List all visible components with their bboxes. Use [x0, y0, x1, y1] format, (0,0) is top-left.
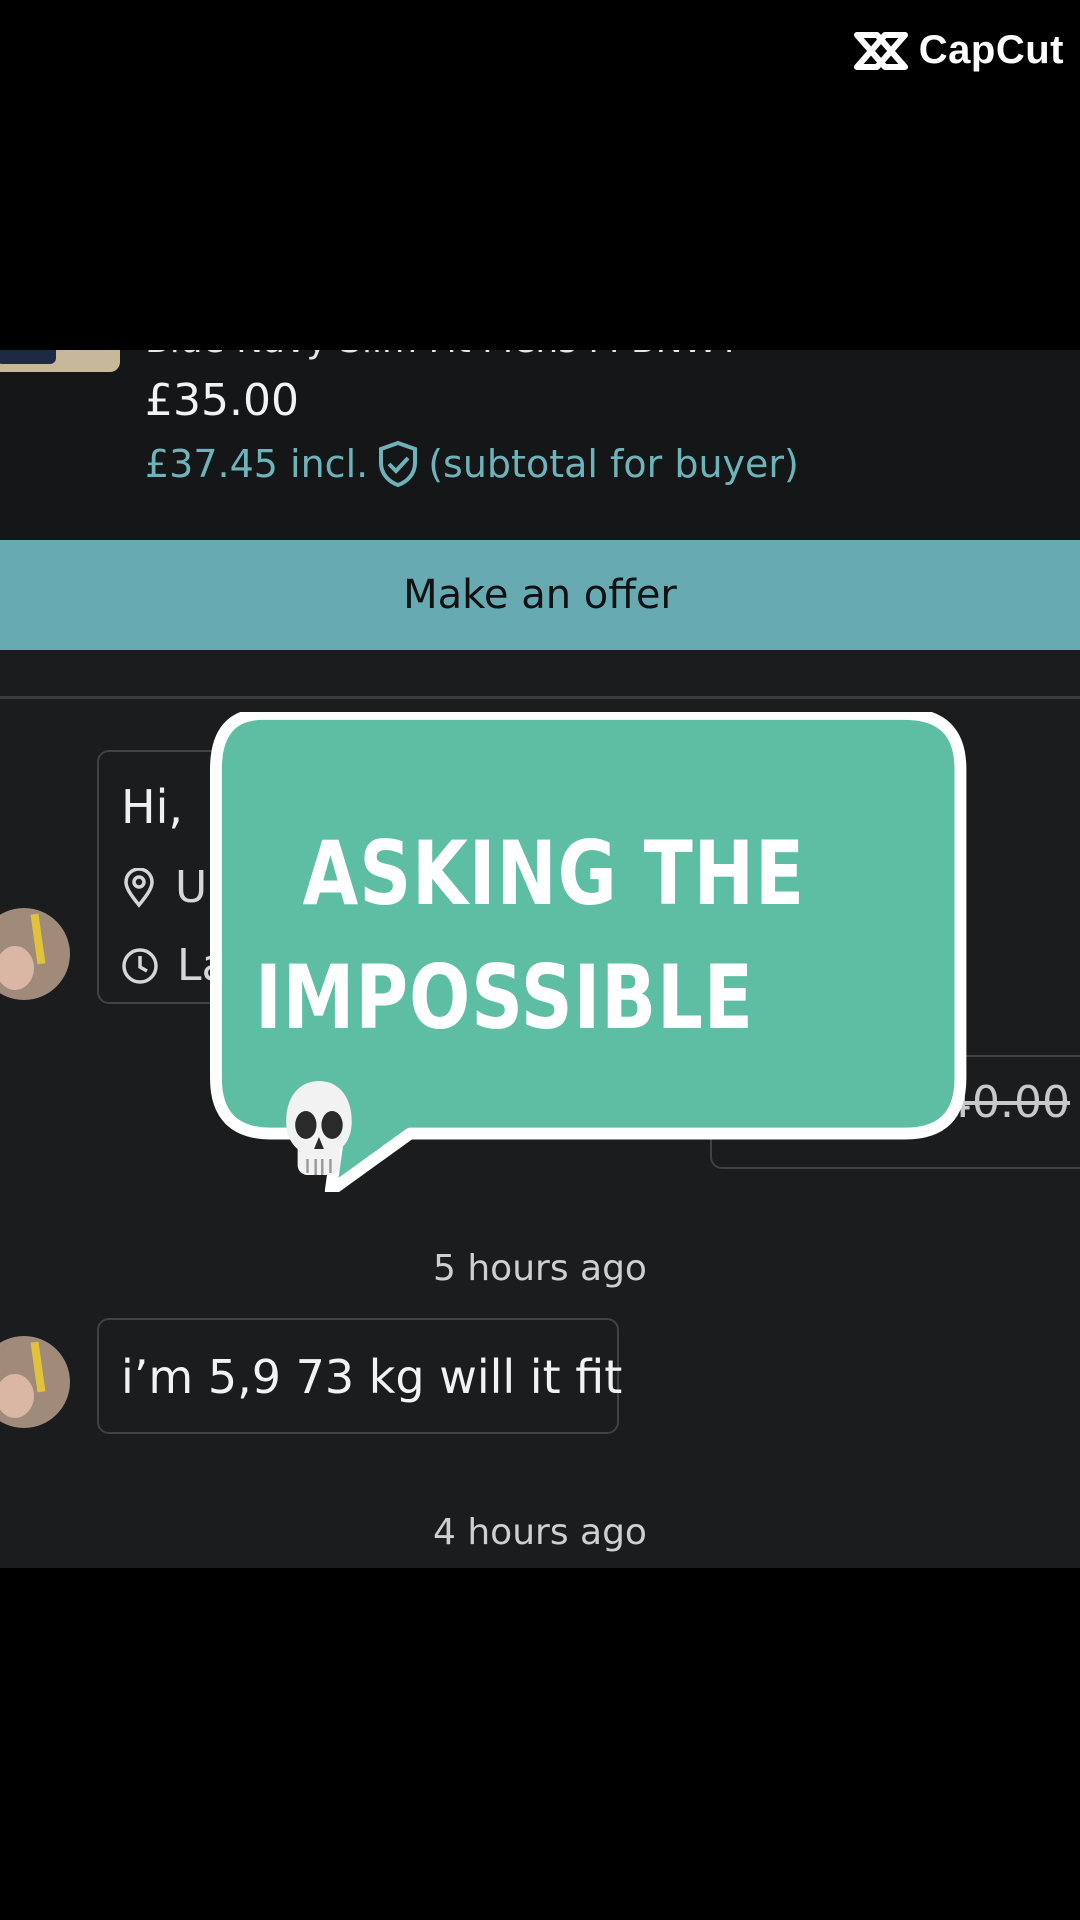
make-offer-button[interactable]: Make an offer	[0, 540, 1080, 650]
location-row: U	[121, 862, 207, 913]
watermark-text: CapCut	[918, 28, 1064, 72]
divider	[0, 696, 1080, 699]
shield-check-icon	[379, 440, 418, 488]
buyer-note: (subtotal for buyer)	[428, 442, 799, 486]
avatar[interactable]	[0, 1336, 70, 1428]
capcut-watermark: CapCut	[853, 28, 1064, 73]
clock-icon	[122, 947, 158, 984]
item-title: Blue Navy Slim Fit Mens M BNWT	[145, 350, 740, 361]
timestamp: 5 hours ago	[433, 1248, 647, 1289]
caption-line-1: ASKING THE	[302, 822, 806, 925]
buyer-price: £37.45 incl.	[145, 442, 369, 486]
capcut-logo-icon	[853, 31, 908, 70]
greeting-hi: Hi,	[121, 780, 183, 834]
caption-line-2-text: IMPOSSIBLE	[255, 946, 754, 1049]
skull-icon	[286, 1081, 352, 1176]
location-text: U	[175, 862, 208, 913]
item-thumbnail[interactable]	[0, 350, 120, 372]
item-price: £35.00	[145, 375, 299, 426]
avatar[interactable]	[0, 908, 70, 1000]
timestamp: 4 hours ago	[433, 1512, 647, 1553]
listing-header[interactable]: Blue Navy Slim Fit Mens M BNWT £35.00 £3…	[0, 350, 1080, 540]
buyer-message: i’m 5,9 73 kg will it fit	[97, 1318, 623, 1434]
overlay-caption: ASKING THE IMPOSSIBLE	[255, 812, 821, 1184]
message-text: i’m 5,9 73 kg will it fit	[121, 1350, 623, 1404]
location-pin-icon	[124, 867, 154, 908]
caption-line-2: IMPOSSIBLE	[255, 936, 821, 1184]
buyer-subtotal: £37.45 incl. (subtotal for buyer)	[145, 440, 799, 488]
